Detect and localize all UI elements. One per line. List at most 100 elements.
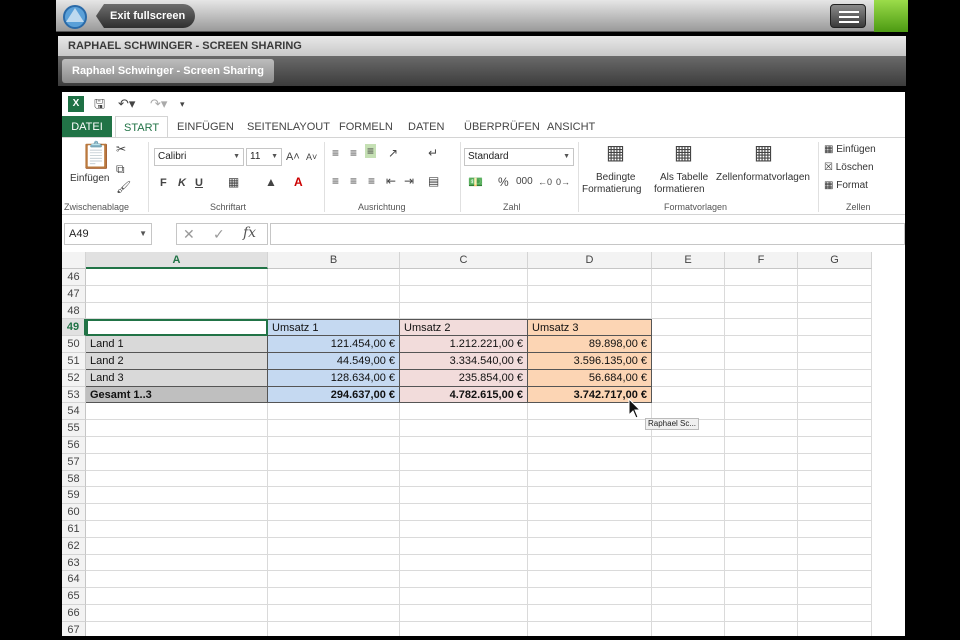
merge-center-icon[interactable]: ▤ bbox=[428, 174, 439, 188]
table-cell[interactable] bbox=[268, 621, 400, 636]
table-cell[interactable] bbox=[86, 588, 268, 605]
save-icon[interactable]: 🖫 bbox=[94, 96, 105, 112]
table-cell[interactable] bbox=[652, 269, 725, 286]
decrease-indent-icon[interactable]: ⇤ bbox=[386, 174, 396, 188]
table-cell[interactable] bbox=[652, 537, 725, 555]
exit-fullscreen-button[interactable]: Exit fullscreen bbox=[96, 4, 196, 28]
table-cell[interactable] bbox=[400, 453, 528, 471]
copy-icon[interactable]: ⧉ bbox=[116, 162, 125, 176]
table-cell[interactable] bbox=[798, 285, 872, 303]
table-cell[interactable]: 235.854,00 € bbox=[400, 369, 528, 387]
table-cell[interactable] bbox=[725, 420, 798, 437]
row-header[interactable]: 61 bbox=[62, 521, 86, 538]
table-cell[interactable] bbox=[725, 453, 798, 471]
italic-button[interactable]: K bbox=[178, 176, 186, 190]
table-cell[interactable] bbox=[400, 504, 528, 521]
tab-daten[interactable]: DATEN bbox=[400, 116, 452, 138]
table-cell[interactable] bbox=[798, 537, 872, 555]
table-cell[interactable] bbox=[798, 403, 872, 421]
table-cell[interactable] bbox=[652, 504, 725, 521]
format-as-table-label-2[interactable]: formatieren bbox=[654, 184, 705, 196]
row-header[interactable]: 48 bbox=[62, 302, 86, 320]
table-cell[interactable] bbox=[400, 554, 528, 572]
table-cell[interactable] bbox=[725, 403, 798, 421]
paste-icon[interactable]: 📋 bbox=[80, 142, 112, 168]
active-cell[interactable] bbox=[86, 319, 268, 337]
table-cell[interactable] bbox=[528, 504, 652, 521]
tab-formeln[interactable]: FORMELN bbox=[331, 116, 401, 138]
redo-icon[interactable]: ↷▾ bbox=[150, 96, 167, 112]
table-cell[interactable] bbox=[652, 521, 725, 538]
align-middle-icon[interactable]: ≡ bbox=[350, 146, 357, 160]
table-cell[interactable] bbox=[798, 453, 872, 471]
insert-cells-button[interactable]: ▦ Einfügen bbox=[824, 144, 876, 156]
table-cell[interactable] bbox=[86, 420, 268, 437]
cell-styles-label[interactable]: Zellenformatvorlagen bbox=[716, 172, 810, 184]
table-cell[interactable] bbox=[652, 437, 725, 454]
undo-icon[interactable]: ↶▾ bbox=[118, 96, 135, 112]
table-cell[interactable] bbox=[652, 302, 725, 320]
table-cell[interactable] bbox=[652, 353, 725, 370]
tab-seitenlayout[interactable]: SEITENLAYOUT bbox=[239, 116, 338, 138]
table-cell[interactable]: Umsatz 2 bbox=[400, 319, 528, 337]
table-cell[interactable] bbox=[528, 453, 652, 471]
table-cell[interactable]: 44.549,00 € bbox=[268, 353, 400, 370]
table-cell[interactable]: 3.596.135,00 € bbox=[528, 353, 652, 370]
row-header[interactable]: 63 bbox=[62, 554, 86, 572]
table-cell[interactable] bbox=[725, 571, 798, 589]
table-cell[interactable] bbox=[528, 302, 652, 320]
table-cell[interactable]: 56.684,00 € bbox=[528, 369, 652, 387]
table-cell[interactable]: Land 2 bbox=[86, 353, 268, 370]
table-cell[interactable] bbox=[725, 269, 798, 286]
table-cell[interactable] bbox=[528, 554, 652, 572]
orientation-icon[interactable]: ↗ bbox=[388, 146, 398, 160]
table-cell[interactable] bbox=[798, 386, 872, 404]
wrap-text-icon[interactable]: ↵ bbox=[428, 146, 438, 160]
table-cell[interactable] bbox=[725, 336, 798, 353]
table-cell[interactable] bbox=[528, 588, 652, 605]
tab-start[interactable]: START bbox=[115, 116, 169, 138]
table-cell[interactable] bbox=[528, 437, 652, 454]
number-format-select[interactable]: Standard ▼ bbox=[464, 148, 574, 166]
table-cell[interactable] bbox=[400, 571, 528, 589]
fill-color-icon[interactable]: ▲ bbox=[265, 175, 277, 189]
row-header[interactable]: 51 bbox=[62, 353, 86, 370]
table-cell[interactable] bbox=[268, 588, 400, 605]
conditional-formatting-label-2[interactable]: Formatierung bbox=[582, 184, 641, 196]
currency-icon[interactable]: 💵 bbox=[468, 175, 483, 189]
column-header-c[interactable]: C bbox=[400, 252, 528, 269]
row-header[interactable]: 67 bbox=[62, 621, 86, 636]
table-cell[interactable]: 128.634,00 € bbox=[268, 369, 400, 387]
format-cells-button[interactable]: ▦ Format bbox=[824, 180, 868, 192]
table-cell[interactable] bbox=[268, 403, 400, 421]
format-painter-icon[interactable]: 🖌 bbox=[116, 180, 131, 194]
table-cell[interactable] bbox=[652, 487, 725, 505]
table-cell[interactable] bbox=[798, 269, 872, 286]
grow-font-icon[interactable]: A˄ bbox=[286, 150, 300, 164]
table-cell[interactable] bbox=[528, 605, 652, 622]
thousands-separator-icon[interactable]: 000 bbox=[516, 175, 533, 189]
insert-function-icon[interactable]: fx bbox=[243, 225, 256, 241]
table-cell[interactable] bbox=[86, 621, 268, 636]
table-cell[interactable] bbox=[528, 285, 652, 303]
column-header-b[interactable]: B bbox=[268, 252, 400, 269]
table-cell[interactable] bbox=[798, 336, 872, 353]
table-cell[interactable] bbox=[725, 386, 798, 404]
table-cell[interactable]: 121.454,00 € bbox=[268, 336, 400, 353]
table-cell[interactable] bbox=[652, 554, 725, 572]
table-cell[interactable] bbox=[652, 453, 725, 471]
borders-icon[interactable]: ▦ bbox=[228, 175, 239, 189]
table-cell[interactable] bbox=[268, 571, 400, 589]
table-cell[interactable] bbox=[400, 420, 528, 437]
table-cell[interactable] bbox=[798, 302, 872, 320]
table-cell[interactable] bbox=[86, 470, 268, 488]
table-cell[interactable] bbox=[798, 420, 872, 437]
cell-styles-icon[interactable]: ▦ bbox=[754, 142, 773, 164]
row-header[interactable]: 56 bbox=[62, 437, 86, 454]
table-cell[interactable]: Umsatz 3 bbox=[528, 319, 652, 337]
table-cell[interactable] bbox=[268, 269, 400, 286]
table-cell[interactable] bbox=[400, 269, 528, 286]
table-cell[interactable] bbox=[268, 437, 400, 454]
table-cell[interactable] bbox=[725, 487, 798, 505]
enter-icon[interactable]: ✓ bbox=[213, 226, 225, 243]
